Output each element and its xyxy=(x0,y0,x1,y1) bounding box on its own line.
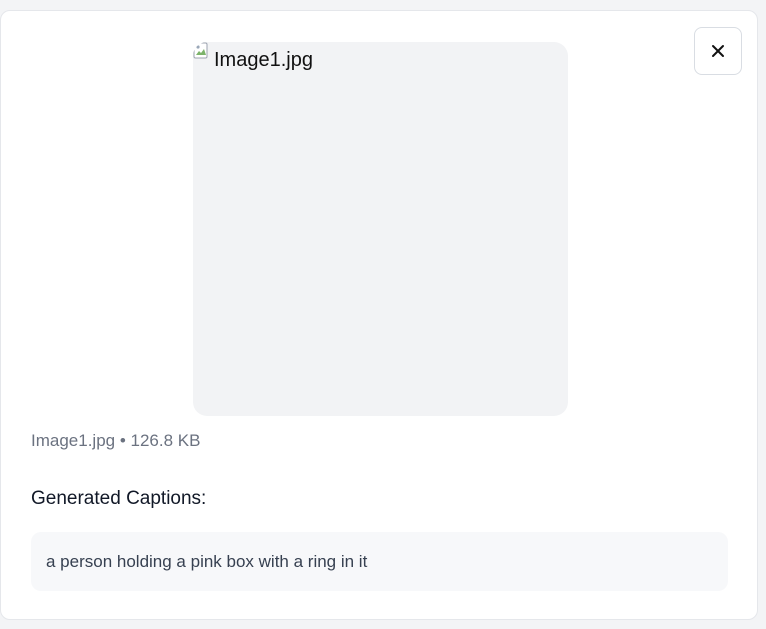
image-preview: Image1.jpg xyxy=(193,42,568,416)
caption-item: a person holding a pink box with a ring … xyxy=(31,532,728,591)
captions-heading: Generated Captions: xyxy=(31,488,207,509)
close-button[interactable] xyxy=(694,27,742,75)
file-info: Image1.jpg • 126.8 KB xyxy=(31,431,201,450)
image-alt-text: Image1.jpg xyxy=(214,49,313,71)
caption-text: a person holding a pink box with a ring … xyxy=(46,551,368,571)
close-icon xyxy=(712,45,724,57)
broken-image-icon xyxy=(193,42,208,59)
image-preview-modal: Image1.jpg Image1.jpg • 126.8 KB Generat… xyxy=(0,10,758,620)
